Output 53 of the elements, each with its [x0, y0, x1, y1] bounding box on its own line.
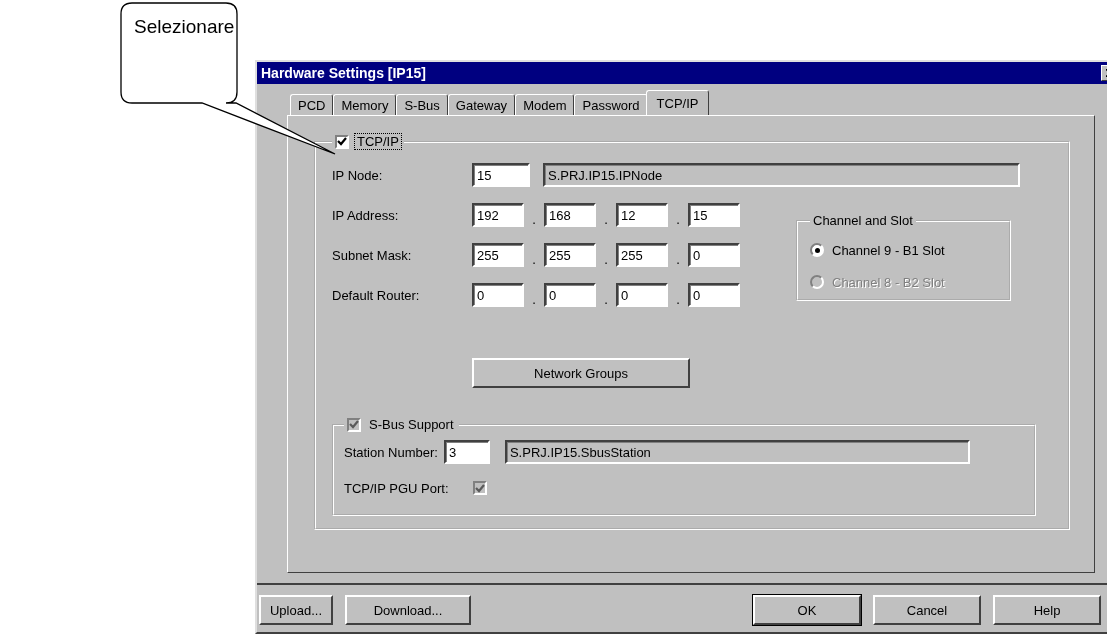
symbol-field[interactable]: S.PRJ.IP15.IPNode [543, 163, 1020, 187]
input-field[interactable]: 15 [472, 163, 530, 187]
field-label: Default Router: [332, 287, 421, 303]
field-label: Station Number: [344, 444, 438, 460]
separator-dot: . [531, 250, 537, 267]
separator-dot: . [675, 290, 681, 307]
tab[interactable]: Password [574, 94, 648, 115]
checkbox[interactable] [335, 134, 349, 149]
callout-text: Selezionare [134, 16, 235, 38]
separator-dot: . [531, 290, 537, 307]
tab[interactable]: Memory [333, 94, 397, 115]
separator-dot: . [531, 210, 537, 227]
input-field[interactable]: 255 [472, 243, 524, 267]
radio-button[interactable] [810, 243, 824, 257]
input-field[interactable]: 0 [688, 243, 740, 267]
separator-dot: . [675, 250, 681, 267]
input-field[interactable]: 0 [616, 283, 668, 307]
separator-dot: . [603, 290, 609, 307]
input-field[interactable]: 15 [688, 203, 740, 227]
field-label: IP Node: [332, 167, 384, 183]
network-groups-button[interactable]: Network Groups [472, 358, 690, 388]
check-icon [349, 420, 359, 429]
tab[interactable]: Gateway [447, 94, 516, 115]
check-icon [474, 483, 485, 493]
separator-dot: . [675, 210, 681, 227]
dialog-button[interactable]: Download... [345, 595, 471, 625]
separator-dot: . [603, 250, 609, 267]
input-field[interactable]: 0 [688, 283, 740, 307]
window-title: Hardware Settings [IP15] [261, 65, 426, 81]
field-label: TCP/IP PGU Port: [344, 480, 449, 496]
radio-option[interactable]: Channel 9 - B1 Slot [810, 234, 997, 266]
field-label: IP Address: [332, 207, 400, 223]
dialog-button[interactable]: Cancel [873, 595, 981, 625]
input-field[interactable]: 255 [544, 243, 596, 267]
tab[interactable]: PCD [290, 94, 334, 115]
tab[interactable]: Modem [515, 94, 575, 115]
checkbox-label: S-Bus Support [368, 417, 455, 432]
group-title: Channel and Slot [812, 213, 914, 228]
input-field[interactable]: 0 [472, 283, 524, 307]
field-label: Subnet Mask: [332, 247, 413, 263]
dialog-button[interactable]: Upload... [259, 595, 333, 625]
input-field[interactable]: 168 [544, 203, 596, 227]
tab[interactable]: S-Bus [396, 94, 448, 115]
input-field[interactable]: 192 [472, 203, 524, 227]
checkbox-label: TCP/IP [355, 134, 401, 149]
tab[interactable]: TCP/IP [645, 90, 710, 115]
dialog-button[interactable]: OK [753, 595, 861, 625]
input-field[interactable]: 0 [544, 283, 596, 307]
input-field[interactable]: 12 [616, 203, 668, 227]
dialog-button[interactable]: Help [993, 595, 1101, 625]
check-icon [337, 137, 347, 146]
separator-dot: . [603, 210, 609, 227]
input-field[interactable]: 255 [616, 243, 668, 267]
